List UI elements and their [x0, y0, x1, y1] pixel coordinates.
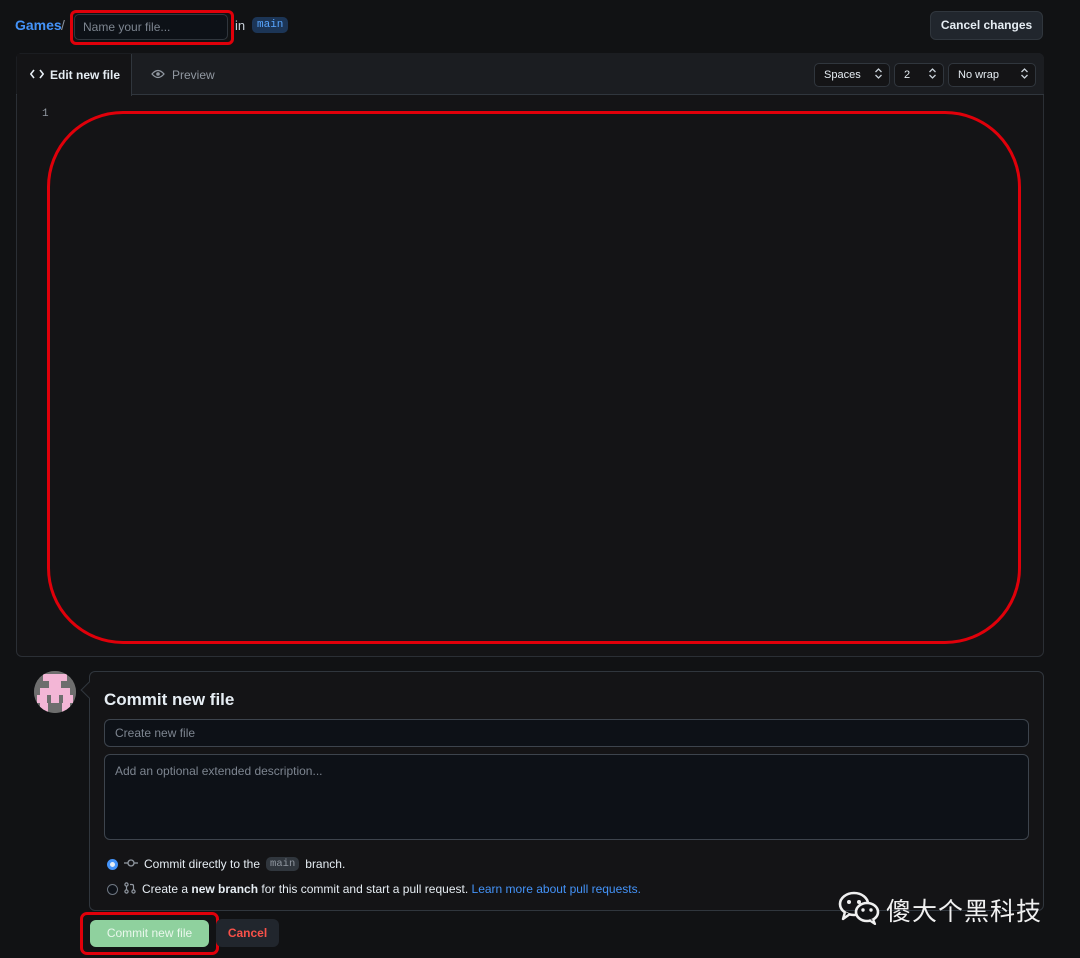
learn-more-pull-requests-link[interactable]: Learn more about pull requests.	[472, 882, 641, 896]
select-chevron-icon	[875, 68, 882, 82]
new-branch-prefix: Create a	[142, 882, 189, 896]
indent-size-select[interactable]: 2	[894, 63, 944, 87]
branch-badge: main	[252, 17, 289, 33]
new-branch-option[interactable]: Create a new branch for this commit and …	[107, 880, 641, 898]
commit-description-input[interactable]	[104, 754, 1029, 840]
tab-edit-label: Edit new file	[50, 68, 121, 82]
new-branch-suffix: for this commit and start a pull request…	[261, 882, 469, 896]
avatar	[34, 671, 76, 713]
commit-direct-prefix: Commit directly to the	[144, 857, 261, 871]
indent-size-value: 2	[904, 69, 911, 81]
select-chevron-icon	[1021, 68, 1028, 82]
watermark: 傻大个黑科技	[838, 891, 1042, 928]
indent-mode-select[interactable]: Spaces	[814, 63, 890, 87]
new-branch-bold: new branch	[191, 882, 259, 896]
code-editor-area[interactable]	[47, 111, 1021, 644]
commit-direct-suffix: branch.	[305, 857, 346, 871]
wechat-icon	[838, 891, 880, 928]
eye-icon	[151, 68, 165, 82]
indent-mode-value: Spaces	[824, 69, 861, 81]
line-number: 1	[42, 108, 49, 120]
tab-preview-label: Preview	[172, 67, 215, 82]
git-commit-icon	[124, 857, 138, 871]
tab-preview[interactable]: Preview	[140, 54, 230, 95]
cancel-button[interactable]: Cancel	[216, 919, 279, 947]
commit-direct-radio[interactable]	[107, 858, 118, 870]
filename-highlight-box	[70, 10, 234, 45]
wrap-mode-select[interactable]: No wrap	[948, 63, 1036, 87]
repo-breadcrumb-link[interactable]: Games	[15, 17, 62, 33]
commit-direct-branch: main	[266, 857, 300, 871]
tab-edit-new-file[interactable]: Edit new file	[17, 54, 132, 96]
select-chevron-icon	[929, 68, 936, 82]
commit-direct-option[interactable]: Commit directly to the main branch.	[107, 855, 345, 873]
new-branch-radio[interactable]	[107, 883, 118, 895]
code-icon	[29, 68, 45, 82]
commit-button-highlight-box	[80, 912, 219, 955]
commit-title: Commit new file	[104, 690, 235, 709]
in-label: in	[235, 18, 246, 33]
breadcrumb-separator: /	[61, 17, 65, 33]
watermark-text: 傻大个黑科技	[886, 896, 1043, 926]
wrap-mode-value: No wrap	[958, 69, 999, 81]
commit-message-input[interactable]	[104, 719, 1029, 747]
cancel-changes-button[interactable]: Cancel changes	[930, 11, 1043, 40]
git-pull-request-icon	[124, 881, 136, 897]
